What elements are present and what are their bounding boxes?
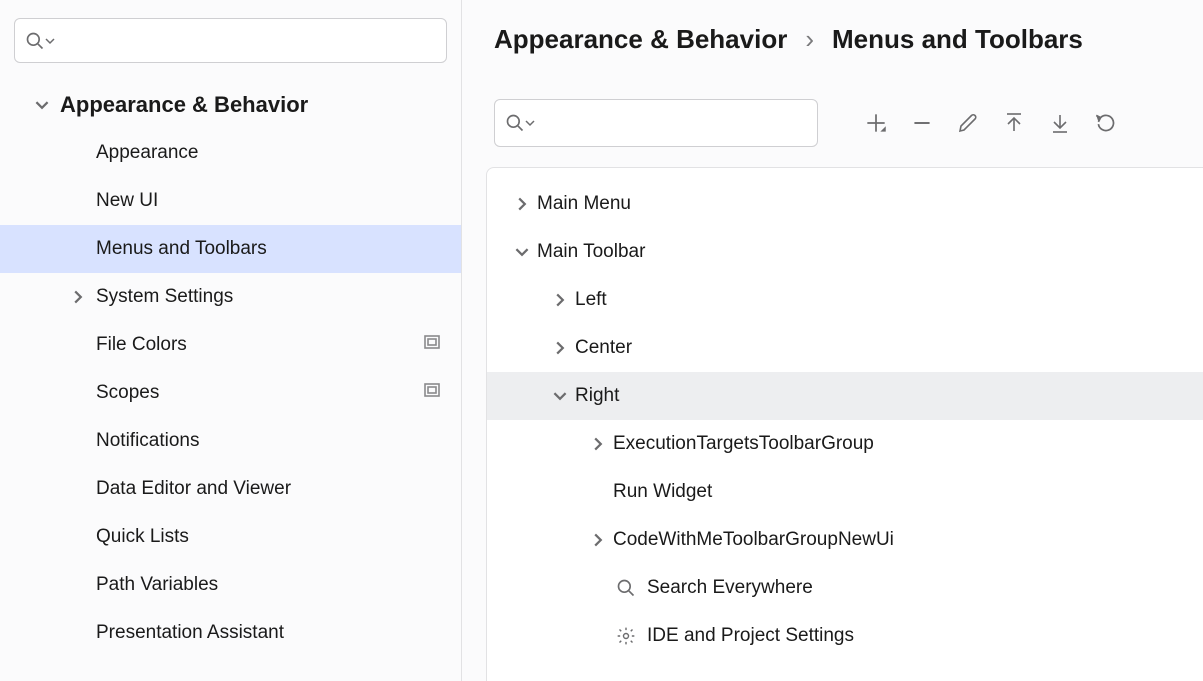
main-tree: Main Menu Main Toolbar Left Center Right Exec… [486, 167, 1203, 681]
remove-button[interactable] [900, 103, 944, 143]
sidebar-item[interactable]: New UI [0, 177, 461, 225]
move-up-button[interactable] [992, 103, 1036, 143]
chevron-right-icon[interactable] [545, 341, 575, 355]
chevron-down-icon [525, 118, 535, 128]
tree-row-label: Search Everywhere [647, 577, 813, 599]
breadcrumb-current: Menus and Toolbars [832, 24, 1083, 55]
breadcrumb: Appearance & Behavior › Menus and Toolba… [494, 24, 1203, 55]
sidebar-item-label: Presentation Assistant [96, 622, 284, 644]
add-button[interactable] [854, 103, 898, 143]
move-down-button[interactable] [1038, 103, 1082, 143]
sidebar-item-label: Notifications [96, 430, 200, 452]
tree-row[interactable]: IDE and Project Settings [487, 612, 1203, 660]
tree-row[interactable]: Main Menu [487, 180, 1203, 228]
chevron-right-icon[interactable] [507, 197, 537, 211]
sidebar-search[interactable] [14, 18, 447, 63]
chevron-right-icon[interactable] [583, 437, 613, 451]
sidebar-search-input[interactable] [61, 30, 436, 52]
sidebar-item[interactable]: System Settings [0, 273, 461, 321]
sidebar-item-label: Appearance [96, 142, 198, 164]
chevron-down-icon[interactable] [507, 245, 537, 259]
sidebar-item[interactable]: Scopes [0, 369, 461, 417]
chevron-right-icon[interactable] [545, 293, 575, 307]
sidebar-item-label: Quick Lists [96, 526, 189, 548]
sidebar-item-label: Scopes [96, 382, 159, 404]
sidebar-item-label: File Colors [96, 334, 187, 356]
revert-button[interactable] [1084, 103, 1128, 143]
tree-row-label: IDE and Project Settings [647, 625, 854, 647]
main-toolbar [494, 99, 1203, 147]
settings-sidebar: Appearance & Behavior Appearance New UI Men… [0, 0, 462, 681]
sidebar-item[interactable]: Menus and Toolbars [0, 225, 461, 273]
tree-row-label: Left [575, 289, 607, 311]
breadcrumb-separator: › [805, 24, 814, 55]
breadcrumb-parent[interactable]: Appearance & Behavior [494, 24, 787, 55]
chevron-down-icon[interactable] [24, 98, 60, 112]
sidebar-tree: Appearance & Behavior Appearance New UI Men… [0, 81, 461, 681]
tree-row[interactable]: ExecutionTargetsToolbarGroup [487, 420, 1203, 468]
tree-row[interactable]: Left [487, 276, 1203, 324]
search-icon [25, 31, 45, 51]
toolbar-buttons [854, 103, 1128, 143]
project-scope-icon [423, 333, 441, 357]
sidebar-item[interactable]: Path Variables [0, 561, 461, 609]
sidebar-item[interactable]: Data Editor and Viewer [0, 465, 461, 513]
tree-row-label: CodeWithMeToolbarGroupNewUi [613, 529, 894, 551]
sidebar-item[interactable]: Notifications [0, 417, 461, 465]
main-search-input[interactable] [541, 112, 807, 134]
chevron-down-icon[interactable] [545, 389, 575, 403]
tree-row[interactable]: Run Widget [487, 468, 1203, 516]
tree-row[interactable]: CodeWithMeToolbarGroupNewUi [487, 516, 1203, 564]
sidebar-item-label: Data Editor and Viewer [96, 478, 291, 500]
chevron-down-icon [45, 36, 55, 46]
tree-row-label: Right [575, 385, 619, 407]
sidebar-item-label: Path Variables [96, 574, 218, 596]
tree-row[interactable]: Right [487, 372, 1203, 420]
search-icon [505, 113, 525, 133]
tree-row-label: Run Widget [613, 481, 712, 503]
tree-row-label: Main Menu [537, 193, 631, 215]
tree-row[interactable]: Main Toolbar [487, 228, 1203, 276]
sidebar-item[interactable]: File Colors [0, 321, 461, 369]
chevron-right-icon[interactable] [583, 533, 613, 547]
chevron-right-icon[interactable] [60, 290, 96, 304]
tree-row-label: Center [575, 337, 632, 359]
sidebar-item-label: New UI [96, 190, 158, 212]
main-search[interactable] [494, 99, 818, 147]
sidebar-item-label: System Settings [96, 286, 233, 308]
sidebar-item[interactable]: Appearance [0, 129, 461, 177]
sidebar-item[interactable]: Appearance & Behavior [0, 81, 461, 129]
sidebar-item-label: Menus and Toolbars [96, 238, 267, 260]
project-scope-icon [423, 381, 441, 405]
tree-row[interactable]: Center [487, 324, 1203, 372]
main-pane: Appearance & Behavior › Menus and Toolba… [462, 0, 1203, 681]
gear-icon [613, 626, 639, 646]
search-icon [613, 578, 639, 598]
edit-button[interactable] [946, 103, 990, 143]
tree-row-label: ExecutionTargetsToolbarGroup [613, 433, 874, 455]
sidebar-item[interactable]: Quick Lists [0, 513, 461, 561]
sidebar-item[interactable]: Presentation Assistant [0, 609, 461, 657]
tree-row[interactable]: Search Everywhere [487, 564, 1203, 612]
tree-row-label: Main Toolbar [537, 241, 645, 263]
sidebar-item-label: Appearance & Behavior [60, 92, 308, 118]
